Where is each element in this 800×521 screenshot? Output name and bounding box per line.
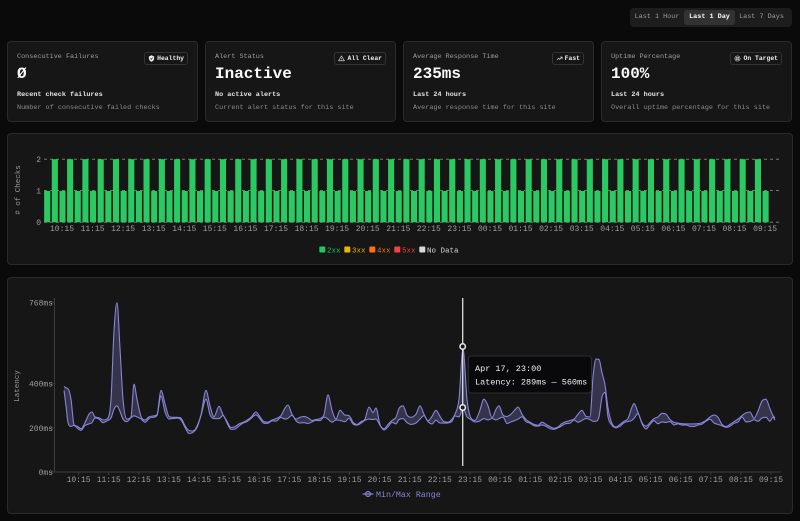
svg-text:# of Checks: # of Checks [15,165,23,215]
svg-text:13:15: 13:15 [157,476,181,485]
svg-text:18:15: 18:15 [295,225,319,234]
svg-text:10:15: 10:15 [67,476,91,485]
svg-text:17:15: 17:15 [264,225,288,234]
svg-text:Min/Max Range: Min/Max Range [376,490,441,500]
svg-text:Latency: Latency [14,370,22,402]
svg-text:12:15: 12:15 [127,476,151,485]
svg-text:19:15: 19:15 [337,476,361,485]
svg-text:00:15: 00:15 [478,225,502,234]
svg-text:05:15: 05:15 [639,476,663,485]
svg-text:5xx: 5xx [402,248,416,256]
svg-text:07:15: 07:15 [699,476,723,485]
svg-text:09:15: 09:15 [753,225,777,234]
svg-text:22:15: 22:15 [417,225,441,234]
svg-text:02:15: 02:15 [539,225,563,234]
svg-text:19:15: 19:15 [325,225,349,234]
svg-text:13:15: 13:15 [142,225,166,234]
svg-text:Apr 17, 23:00: Apr 17, 23:00 [475,364,541,374]
svg-text:14:15: 14:15 [187,476,211,485]
svg-text:21:15: 21:15 [398,476,422,485]
svg-text:1: 1 [36,188,41,197]
svg-text:Latency: 289ms — 560ms: Latency: 289ms — 560ms [475,378,587,388]
svg-text:0ms: 0ms [39,469,54,478]
svg-text:15:15: 15:15 [217,476,241,485]
svg-text:03:15: 03:15 [570,225,594,234]
svg-text:10:15: 10:15 [50,225,74,234]
svg-text:3xx: 3xx [352,248,366,256]
svg-text:01:15: 01:15 [518,476,542,485]
svg-text:14:15: 14:15 [172,225,196,234]
svg-text:15:15: 15:15 [203,225,227,234]
svg-text:200ms: 200ms [29,425,53,434]
svg-text:18:15: 18:15 [307,476,331,485]
svg-text:01:15: 01:15 [508,225,532,234]
svg-text:08:15: 08:15 [722,225,746,234]
svg-text:17:15: 17:15 [277,476,301,485]
svg-text:03:15: 03:15 [578,476,602,485]
svg-text:00:15: 00:15 [488,476,512,485]
svg-text:20:15: 20:15 [368,476,392,485]
svg-text:04:15: 04:15 [608,476,632,485]
svg-text:22:15: 22:15 [428,476,452,485]
svg-text:07:15: 07:15 [692,225,716,234]
svg-text:04:15: 04:15 [600,225,624,234]
svg-text:20:15: 20:15 [356,225,380,234]
svg-text:06:15: 06:15 [669,476,693,485]
svg-text:05:15: 05:15 [631,225,655,234]
svg-text:21:15: 21:15 [386,225,410,234]
svg-text:16:15: 16:15 [233,225,257,234]
svg-text:08:15: 08:15 [729,476,753,485]
svg-text:11:15: 11:15 [97,476,121,485]
svg-text:0: 0 [36,219,41,228]
svg-text:09:15: 09:15 [759,476,783,485]
svg-text:23:15: 23:15 [447,225,471,234]
svg-text:12:15: 12:15 [111,225,135,234]
svg-text:11:15: 11:15 [81,225,105,234]
svg-text:23:15: 23:15 [458,476,482,485]
svg-text:2: 2 [36,156,41,165]
svg-text:06:15: 06:15 [661,225,685,234]
svg-text:768ms: 768ms [29,300,53,309]
svg-text:16:15: 16:15 [247,476,271,485]
svg-text:No Data: No Data [427,248,459,256]
svg-text:4xx: 4xx [377,248,391,256]
svg-text:2xx: 2xx [327,248,341,256]
svg-text:02:15: 02:15 [548,476,572,485]
svg-text:400ms: 400ms [29,381,53,390]
